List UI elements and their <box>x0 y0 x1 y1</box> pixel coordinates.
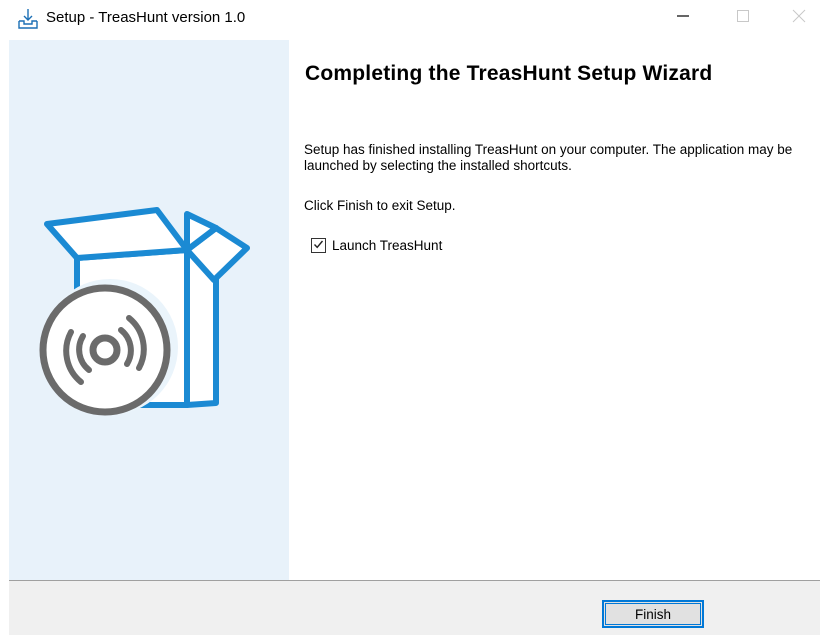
close-icon <box>792 9 806 28</box>
title-bar: Setup - TreasHunt version 1.0 <box>0 0 820 40</box>
maximize-button[interactable] <box>720 0 766 36</box>
minimize-icon <box>677 9 689 27</box>
maximize-icon <box>737 9 749 27</box>
button-bar: Finish <box>9 581 820 635</box>
exit-instruction: Click Finish to exit Setup. <box>304 198 456 213</box>
window-title: Setup - TreasHunt version 1.0 <box>46 9 246 26</box>
wizard-content: Completing the TreasHunt Setup Wizard Se… <box>289 40 820 580</box>
launch-checkbox-label: Launch TreasHunt <box>332 238 443 253</box>
completion-message: Setup has finished installing TreasHunt … <box>304 142 793 173</box>
minimize-button[interactable] <box>660 0 706 36</box>
launch-checkbox[interactable] <box>311 238 326 253</box>
finish-button[interactable]: Finish <box>602 600 704 628</box>
launch-checkbox-row[interactable]: Launch TreasHunt <box>311 238 442 253</box>
installer-download-icon <box>16 7 40 31</box>
checkmark-icon <box>313 237 324 255</box>
wizard-banner <box>9 40 289 580</box>
focus-ring <box>605 603 701 625</box>
page-title: Completing the TreasHunt Setup Wizard <box>305 62 713 85</box>
box-with-disc-illustration <box>39 207 250 416</box>
setup-window: Setup - TreasHunt version 1.0 Completing… <box>0 0 820 635</box>
close-button[interactable] <box>776 0 820 36</box>
